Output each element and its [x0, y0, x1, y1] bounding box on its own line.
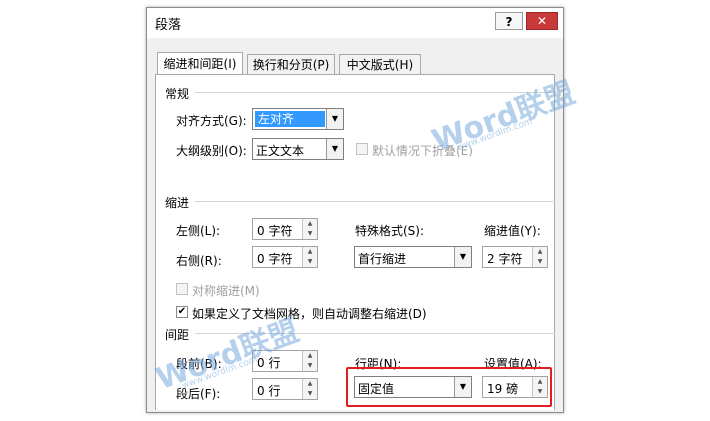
auto-adjust-label: 如果定义了文档网格，则自动调整右缩进(D): [192, 307, 427, 321]
dialog-title: 段落: [155, 18, 182, 33]
spin-down-icon[interactable]: ▼: [302, 361, 317, 371]
chevron-down-icon[interactable]: ▼: [326, 109, 343, 129]
indent-by-spinner[interactable]: 2 字符 ▲ ▼: [482, 246, 548, 268]
space-after-value: 0 行: [257, 384, 281, 398]
outline-level-dropdown[interactable]: 正文文本 ▼: [252, 138, 344, 160]
right-indent-value: 0 字符: [257, 252, 293, 266]
spin-down-icon[interactable]: ▼: [532, 257, 547, 267]
left-indent-spinner[interactable]: 0 字符 ▲ ▼: [252, 218, 318, 240]
special-format-dropdown[interactable]: 首行缩进 ▼: [354, 246, 472, 268]
check-icon: ✔: [177, 306, 187, 317]
special-format-label: 特殊格式(S):: [355, 224, 425, 238]
indent-by-label: 缩进值(Y):: [484, 224, 541, 238]
left-indent-value: 0 字符: [257, 224, 293, 238]
special-format-value: 首行缩进: [358, 252, 407, 266]
space-after-spinner[interactable]: 0 行 ▲ ▼: [252, 378, 318, 400]
spin-down-icon[interactable]: ▼: [302, 389, 317, 399]
spin-down-icon[interactable]: ▼: [302, 257, 317, 267]
indent-heading: 缩进: [165, 196, 190, 210]
highlight-box: [346, 367, 552, 407]
outline-level-label: 大纲级别(O):: [176, 144, 247, 158]
indent-separator: [195, 201, 555, 202]
indent-by-value: 2 字符: [487, 252, 523, 266]
alignment-value: 左对齐: [255, 111, 325, 127]
general-heading: 常规: [165, 87, 190, 101]
right-indent-label: 右侧(R):: [176, 254, 222, 268]
spin-down-icon[interactable]: ▼: [302, 229, 317, 239]
tab-indent-spacing[interactable]: 缩进和间距(I): [157, 52, 243, 76]
title-bar: 段落 ? ✕: [147, 8, 563, 38]
tab-asian-typography[interactable]: 中文版式(H): [339, 54, 421, 76]
alignment-dropdown[interactable]: 左对齐 ▼: [252, 108, 344, 130]
spacing-heading: 间距: [165, 328, 190, 342]
collapse-default-checkbox[interactable]: [356, 143, 368, 155]
outline-level-value: 正文文本: [256, 144, 305, 158]
left-indent-label: 左侧(L):: [176, 224, 221, 238]
tab-line-page-breaks[interactable]: 换行和分页(P): [247, 54, 335, 76]
close-button[interactable]: ✕: [526, 12, 558, 30]
right-indent-spinner[interactable]: 0 字符 ▲ ▼: [252, 246, 318, 268]
mirror-indent-label: 对称缩进(M): [192, 284, 260, 298]
chevron-down-icon[interactable]: ▼: [326, 139, 343, 159]
mirror-indent-checkbox[interactable]: [176, 283, 188, 295]
chevron-down-icon[interactable]: ▼: [454, 247, 471, 267]
alignment-label: 对齐方式(G):: [176, 114, 247, 128]
help-button[interactable]: ?: [495, 12, 523, 30]
auto-adjust-checkbox[interactable]: ✔: [176, 306, 188, 318]
